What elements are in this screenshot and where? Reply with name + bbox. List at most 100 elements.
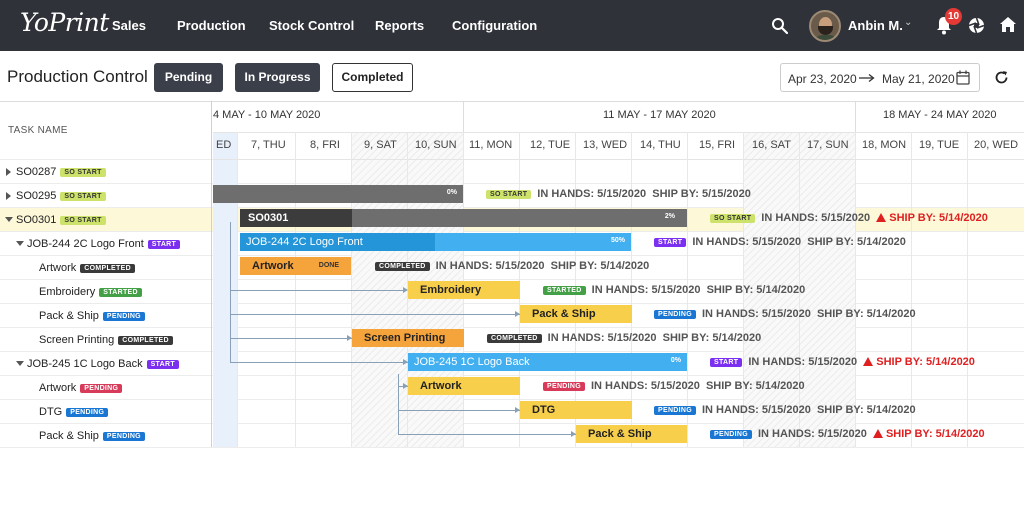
day-label: ED (216, 139, 232, 151)
pending-button[interactable]: Pending (154, 63, 223, 92)
task-label: DTG (39, 406, 63, 418)
page-title: Production Control (7, 67, 148, 86)
job-244-info: START IN HANDS: 5/15/2020 SHIP BY: 5/14/2… (654, 236, 906, 248)
home-icon[interactable] (999, 16, 1017, 33)
task-row-artwork-2[interactable]: Artwork PENDING (0, 376, 212, 400)
status-badge: PENDING (102, 432, 145, 441)
task-row-screen-printing[interactable]: Screen Printing COMPLETED (0, 328, 212, 352)
job-245-info: START IN HANDS: 5/15/2020 SHIP BY: 5/14/2… (710, 356, 975, 368)
status-badge: PENDING (80, 384, 123, 393)
nav-stock-control[interactable]: Stock Control (269, 18, 354, 33)
day-label: 8, FRI (310, 139, 340, 151)
day-label: 17, SUN (807, 139, 849, 151)
task-label: SO0287 (16, 166, 57, 178)
gantt-bar-pack-ship[interactable]: Pack & Ship (520, 305, 632, 323)
task-label: Pack & Ship (39, 310, 99, 322)
gantt-bar-so0295[interactable]: 0% (213, 185, 463, 203)
status-badge: SO START (60, 192, 106, 201)
in-progress-button[interactable]: In Progress (235, 63, 320, 92)
nav-reports[interactable]: Reports (375, 18, 424, 33)
gantt-bar-artwork[interactable]: Artwork DONE (240, 257, 351, 275)
task-label: Embroidery (39, 286, 96, 298)
gantt-chart: 4 MAY - 10 MAY 2020 11 MAY - 17 MAY 2020… (213, 101, 1024, 447)
day-label: 18, MON (862, 139, 907, 151)
so0301-info: SO START IN HANDS: 5/15/2020 SHIP BY: 5/1… (710, 212, 988, 224)
week-label: 11 MAY - 17 MAY 2020 (603, 109, 716, 121)
task-row-so0287[interactable]: SO0287 SO START (0, 160, 212, 184)
status-badge: START (147, 240, 181, 249)
arrow-right-icon (859, 73, 875, 83)
refresh-icon[interactable] (994, 70, 1009, 85)
day-label: 10, SUN (415, 139, 457, 151)
date-range-picker[interactable]: Apr 23, 2020 May 21, 2020 (780, 63, 980, 92)
artwork-2-info: PENDING IN HANDS: 5/15/2020 SHIP BY: 5/14… (543, 380, 805, 392)
day-label: 15, FRI (699, 139, 736, 151)
task-row-dtg[interactable]: DTG PENDING (0, 400, 212, 424)
user-name[interactable]: Anbin M. (848, 18, 903, 33)
day-label: 16, SAT (752, 139, 791, 151)
dtg-info: PENDING IN HANDS: 5/15/2020 SHIP BY: 5/14… (654, 404, 916, 416)
task-row-embroidery[interactable]: Embroidery STARTED (0, 280, 212, 304)
pack-ship-info: PENDING IN HANDS: 5/15/2020 SHIP BY: 5/14… (654, 308, 916, 320)
task-row-so0301[interactable]: SO0301 SO START (0, 208, 212, 232)
collapse-icon[interactable] (5, 217, 13, 222)
nav-production[interactable]: Production (177, 18, 246, 33)
calendar-icon[interactable] (956, 70, 970, 85)
aperture-icon[interactable] (968, 17, 985, 34)
date-from[interactable]: Apr 23, 2020 (788, 72, 857, 86)
day-label: 13, WED (583, 139, 628, 151)
task-row-job-245[interactable]: JOB-245 1C Logo Back START (0, 352, 212, 376)
task-label: SO0295 (16, 190, 57, 202)
warning-icon (872, 429, 883, 438)
day-label: 11, MON (469, 139, 513, 151)
task-row-so0295[interactable]: SO0295 SO START (0, 184, 212, 208)
task-name-header: TASK NAME (8, 125, 68, 136)
collapse-icon[interactable] (16, 241, 24, 246)
gantt-bar-pack-ship-2[interactable]: Pack & Ship (576, 425, 687, 443)
status-badge: PENDING (66, 408, 109, 417)
status-badge: COMPLETED (118, 336, 173, 345)
nav-configuration[interactable]: Configuration (452, 18, 537, 33)
task-row-pack-ship[interactable]: Pack & Ship PENDING (0, 304, 212, 328)
gantt-bar-dtg[interactable]: DTG (520, 401, 632, 419)
task-row-pack-ship-2[interactable]: Pack & Ship PENDING (0, 424, 212, 448)
avatar[interactable] (809, 10, 841, 42)
completed-button[interactable]: Completed (332, 63, 413, 92)
pack-ship-2-info: PENDING IN HANDS: 5/15/2020 SHIP BY: 5/14… (710, 428, 985, 440)
task-label: Screen Printing (39, 334, 115, 346)
gantt-bar-embroidery[interactable]: Embroidery (408, 281, 520, 299)
so0295-info: SO START IN HANDS: 5/15/2020 SHIP BY: 5/1… (486, 188, 751, 200)
status-badge: SO START (60, 216, 106, 225)
collapse-icon[interactable] (16, 361, 24, 366)
task-label: Pack & Ship (39, 430, 99, 442)
day-label: 14, THU (640, 139, 681, 151)
embroidery-info: STARTED IN HANDS: 5/15/2020 SHIP BY: 5/14… (543, 284, 805, 296)
status-badge: PENDING (102, 312, 145, 321)
warning-icon (876, 213, 887, 222)
gantt-bar-job-245[interactable]: JOB-245 1C Logo Back 0% (408, 353, 687, 371)
task-label: JOB-245 1C Logo Back (27, 358, 143, 370)
gantt-bar-job-244[interactable]: JOB-244 2C Logo Front 50% (240, 233, 631, 251)
nav-sales[interactable]: Sales (112, 18, 146, 33)
day-label: 12, TUE (530, 139, 571, 151)
expand-icon[interactable] (6, 168, 11, 176)
task-label: Artwork (39, 262, 77, 274)
gantt-bar-artwork-2[interactable]: Artwork (408, 377, 520, 395)
gantt-bar-so0301[interactable]: SO0301 2% (240, 209, 687, 227)
expand-icon[interactable] (6, 192, 11, 200)
top-nav: YoPrint Sales Production Stock Control R… (0, 0, 1024, 51)
status-badge: COMPLETED (80, 264, 135, 273)
chevron-down-icon[interactable]: ⌄ (904, 17, 912, 28)
search-icon[interactable] (771, 17, 788, 34)
task-row-artwork[interactable]: Artwork COMPLETED (0, 256, 212, 280)
logo[interactable]: YoPrint (20, 8, 109, 37)
task-label: JOB-244 2C Logo Front (27, 238, 144, 250)
date-to[interactable]: May 21, 2020 (882, 72, 955, 86)
status-badge: START (146, 360, 179, 369)
day-label: 7, THU (251, 139, 286, 151)
task-row-job-244[interactable]: JOB-244 2C Logo Front START (0, 232, 212, 256)
artwork-info: COMPLETED IN HANDS: 5/15/2020 SHIP BY: 5/… (375, 260, 649, 272)
week-label: 4 MAY - 10 MAY 2020 (213, 109, 321, 121)
gantt-bar-screen-printing[interactable]: Screen Printing (352, 329, 464, 347)
status-badge: STARTED (99, 288, 142, 297)
